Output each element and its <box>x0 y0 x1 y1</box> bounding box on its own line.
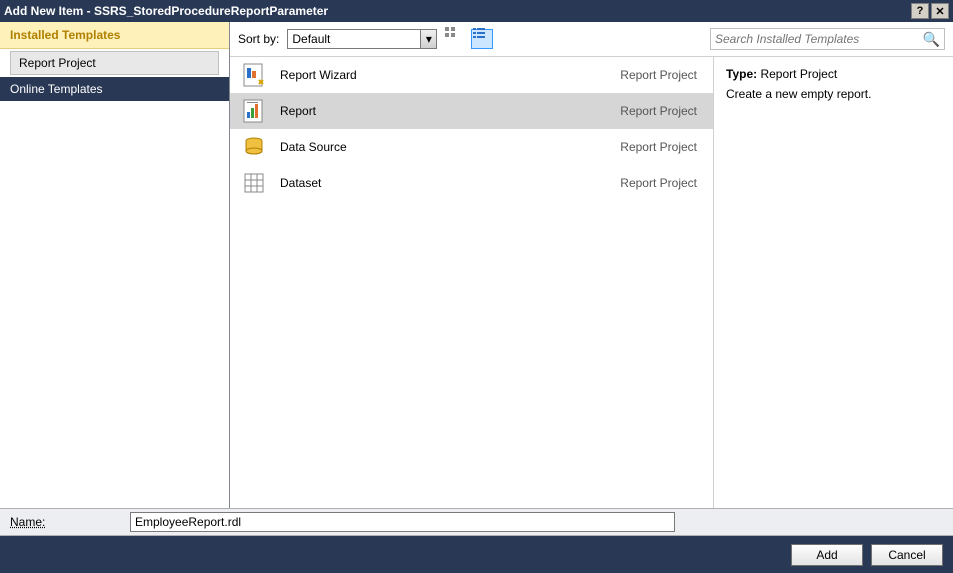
template-name: Dataset <box>280 176 620 190</box>
search-input[interactable] <box>715 32 923 46</box>
template-name: Data Source <box>280 140 620 154</box>
template-list: Report Wizard Report Project Report Repo… <box>230 57 713 508</box>
details-type-label: Type: <box>726 67 757 81</box>
online-templates-header[interactable]: Online Templates <box>0 77 229 101</box>
toolbar: Sort by: Default ▾ 🔍 <box>230 22 953 57</box>
template-name: Report Wizard <box>280 68 620 82</box>
small-icons-icon <box>444 26 464 52</box>
main-area: Installed Templates Report Project Onlin… <box>0 22 953 508</box>
data-source-icon <box>240 133 268 161</box>
footer: Add Cancel <box>0 536 953 573</box>
template-row-report[interactable]: Report Report Project <box>230 93 713 129</box>
search-box[interactable]: 🔍 <box>710 28 945 50</box>
template-row-report-wizard[interactable]: Report Wizard Report Project <box>230 57 713 93</box>
close-button[interactable]: ✕ <box>931 3 949 19</box>
sidebar: Installed Templates Report Project Onlin… <box>0 22 230 508</box>
report-icon <box>240 97 268 125</box>
installed-templates-header[interactable]: Installed Templates <box>0 22 229 49</box>
details-panel: Type: Report Project Create a new empty … <box>713 57 953 508</box>
view-small-icons-button[interactable] <box>443 29 465 49</box>
view-details-button[interactable] <box>471 29 493 49</box>
template-category: Report Project <box>620 176 697 190</box>
template-name: Report <box>280 104 620 118</box>
name-row: Name: <box>0 508 953 536</box>
sidebar-item-label: Report Project <box>19 56 96 70</box>
details-type-value: Report Project <box>760 67 837 81</box>
template-category: Report Project <box>620 68 697 82</box>
template-category: Report Project <box>620 104 697 118</box>
chevron-down-icon: ▾ <box>420 30 436 48</box>
help-button[interactable]: ? <box>911 3 929 19</box>
sort-by-dropdown[interactable]: Default ▾ <box>287 29 437 49</box>
list-area: Report Wizard Report Project Report Repo… <box>230 57 953 508</box>
template-row-dataset[interactable]: Dataset Report Project <box>230 165 713 201</box>
sort-by-label: Sort by: <box>238 32 279 46</box>
details-icon <box>472 26 492 52</box>
name-label: Name: <box>10 515 130 529</box>
sidebar-item-report-project[interactable]: Report Project <box>10 51 219 75</box>
cancel-button[interactable]: Cancel <box>871 544 943 566</box>
titlebar: Add New Item - SSRS_StoredProcedureRepor… <box>0 0 953 22</box>
search-icon[interactable]: 🔍 <box>923 31 940 48</box>
name-input[interactable] <box>130 512 675 532</box>
dataset-icon <box>240 169 268 197</box>
template-category: Report Project <box>620 140 697 154</box>
report-wizard-icon <box>240 61 268 89</box>
details-description: Create a new empty report. <box>726 87 941 101</box>
add-button[interactable]: Add <box>791 544 863 566</box>
details-type-row: Type: Report Project <box>726 67 941 81</box>
sort-by-value: Default <box>292 32 330 46</box>
template-row-data-source[interactable]: Data Source Report Project <box>230 129 713 165</box>
window-title: Add New Item - SSRS_StoredProcedureRepor… <box>4 4 909 18</box>
center-panel: Sort by: Default ▾ 🔍 <box>230 22 953 508</box>
